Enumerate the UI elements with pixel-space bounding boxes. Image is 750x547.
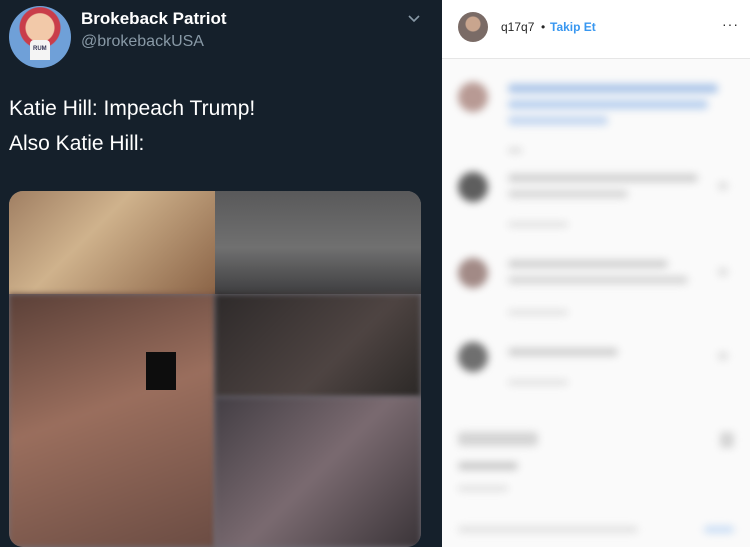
tweet-handle[interactable]: @brokebackUSA xyxy=(81,33,204,51)
post-button xyxy=(704,526,734,533)
media-photo-3-blurred xyxy=(9,294,215,547)
media-photo-2 xyxy=(215,191,421,294)
ig-separator: • xyxy=(541,20,546,34)
comment-avatar xyxy=(458,82,488,112)
like-icon xyxy=(718,182,728,190)
comment-text xyxy=(508,174,698,182)
comment-text xyxy=(508,100,708,109)
chevron-down-icon[interactable] xyxy=(407,12,421,26)
ig-comments-blurred xyxy=(442,60,750,547)
like-icon xyxy=(718,268,728,276)
comment-avatar xyxy=(458,258,488,288)
comment-avatar xyxy=(458,342,488,372)
ig-avatar[interactable] xyxy=(458,12,488,42)
ig-username[interactable]: q17q7 xyxy=(501,20,534,34)
likes-count xyxy=(458,462,518,470)
bookmark-icon xyxy=(720,432,734,448)
instagram-panel: q17q7 • Takip Et ··· xyxy=(442,0,750,547)
tweet-media[interactable] xyxy=(9,191,421,547)
comment-meta xyxy=(508,310,568,315)
tweet-text: Katie Hill: Impeach Trump! Also Katie Hi… xyxy=(9,91,255,161)
comment-text xyxy=(508,260,668,268)
comment-text xyxy=(508,276,688,284)
ig-post-header: q17q7 • Takip Et ··· xyxy=(442,0,750,59)
tweet-text-line-1: Katie Hill: Impeach Trump! xyxy=(9,97,256,120)
tweet-display-name[interactable]: Brokeback Patriot xyxy=(81,9,227,29)
comment-text xyxy=(508,116,608,125)
media-photo-4-blurred xyxy=(215,294,421,397)
comment-meta xyxy=(508,380,568,385)
comment-avatar xyxy=(458,172,488,202)
tweet-avatar[interactable]: RUM xyxy=(9,6,71,68)
more-options-icon[interactable]: ··· xyxy=(722,16,739,32)
post-date xyxy=(458,486,508,491)
comment-meta xyxy=(508,222,568,227)
action-icons xyxy=(458,432,538,446)
comment-meta xyxy=(508,148,522,153)
tweet-text-line-2: Also Katie Hill: xyxy=(9,132,145,155)
avatar-shirt-text: RUM xyxy=(33,46,47,52)
tweet-panel: RUM Brokeback Patriot @brokebackUSA Kati… xyxy=(0,0,442,547)
media-photo-1 xyxy=(9,191,215,294)
comment-input xyxy=(458,526,638,533)
media-photo-5-blurred xyxy=(215,397,421,547)
comment-text xyxy=(508,84,718,93)
like-icon xyxy=(718,352,728,360)
comment-text xyxy=(508,348,618,356)
ig-follow-button[interactable]: Takip Et xyxy=(550,20,596,34)
comment-text xyxy=(508,190,628,198)
censor-block xyxy=(146,352,176,390)
